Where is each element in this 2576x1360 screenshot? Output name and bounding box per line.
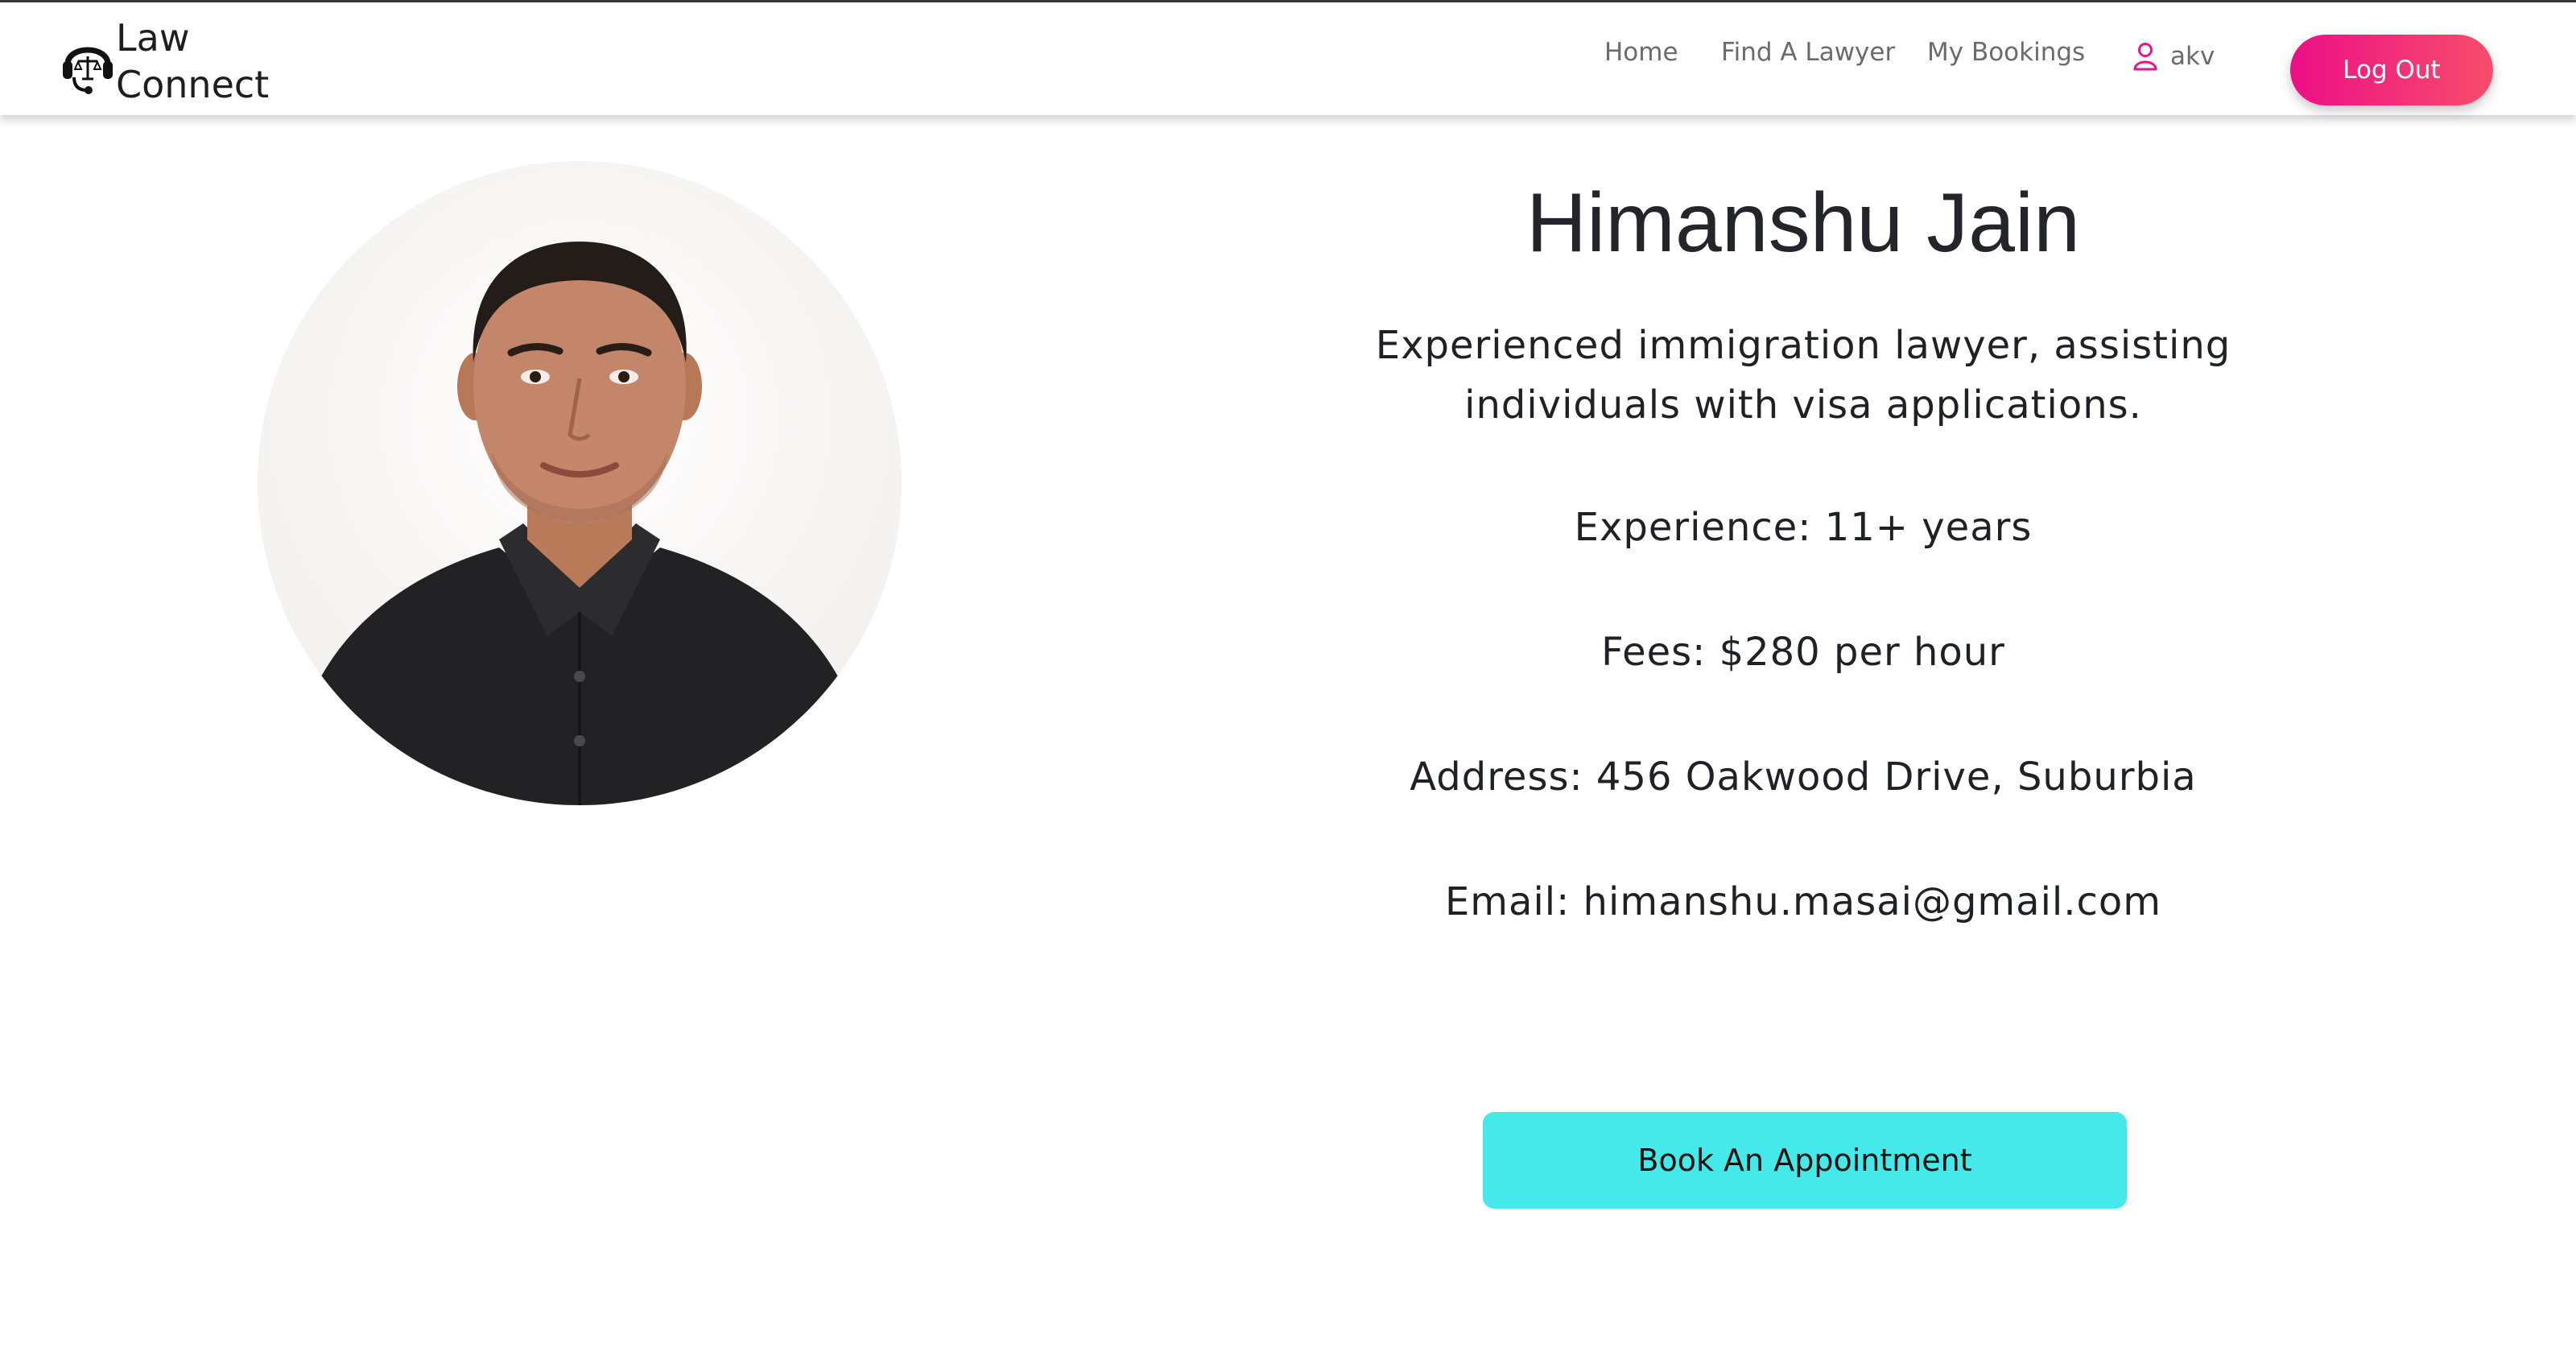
lawyer-address: Address: 456 Oakwood Drive, Suburbia [1410,754,2197,800]
brand-line-1: Law [116,16,190,60]
book-appointment-button[interactable]: Book An Appointment [1483,1112,2127,1209]
lawyer-email: Email: himanshu.masai@gmail.com [1444,879,2162,924]
nav-my-bookings-link[interactable]: My Bookings [1927,32,2085,72]
nav-home-link[interactable]: Home [1604,32,1678,72]
logout-button[interactable]: Log Out [2290,35,2493,105]
lawyer-portrait-image [258,161,902,805]
user-name: akv [2170,42,2215,71]
brand-line-2: Connect [116,63,270,106]
lawyer-name: Himanshu Jain [1526,176,2080,270]
user-menu[interactable]: akv [2133,37,2215,76]
lawyer-fees: Fees: $280 per hour [1601,630,2005,675]
brand-name: Law Connect [116,14,269,108]
lawyer-experience: Experience: 11+ years [1574,505,2033,550]
nav-find-lawyer-link[interactable]: Find A Lawyer [1721,32,1895,72]
navbar: Law Connect Home Find A Lawyer My Bookin… [0,2,2576,115]
brand-logo[interactable]: Law Connect [61,14,269,108]
user-icon [2133,43,2157,71]
lawyer-description: Experienced immigration lawyer, assistin… [1375,323,2231,428]
scales-headset-icon [63,47,113,94]
lawyer-photo [258,161,902,805]
